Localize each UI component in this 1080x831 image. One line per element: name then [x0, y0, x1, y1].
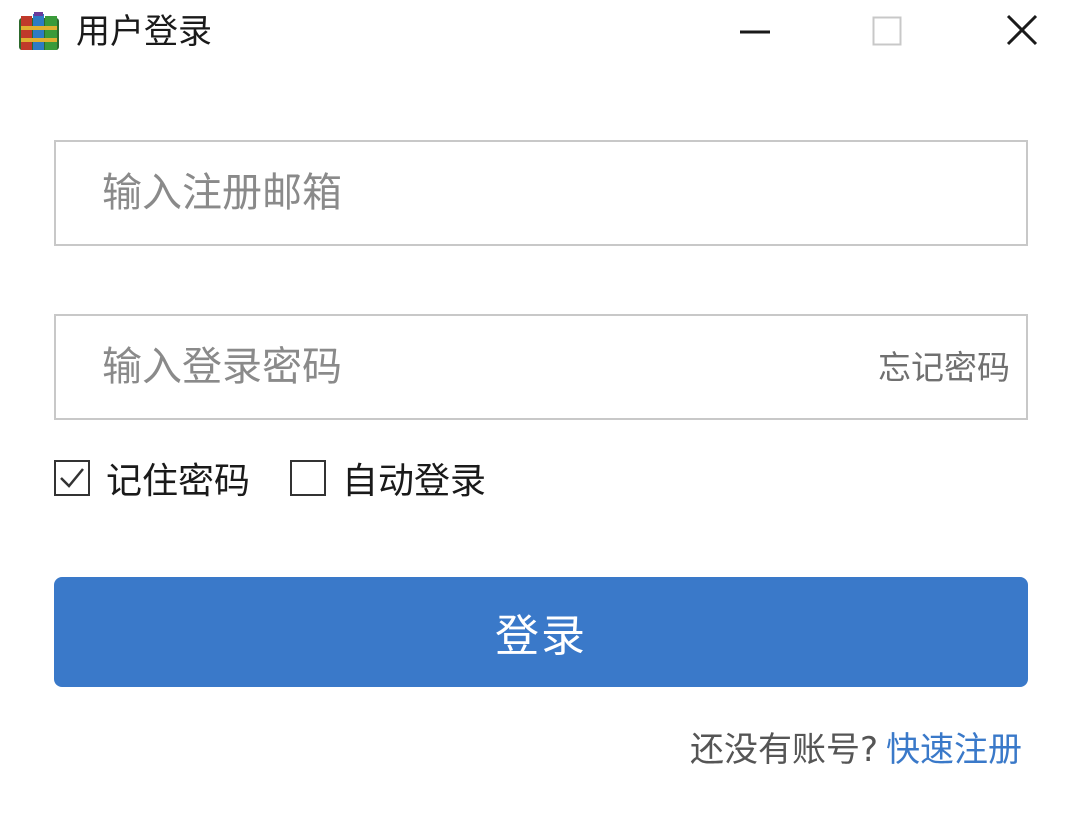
auto-login-checkbox[interactable]	[290, 460, 326, 496]
winrar-books-icon	[18, 12, 60, 52]
remember-password-label: 记住密码	[106, 461, 251, 502]
password-field[interactable]: 忘记密码	[54, 314, 1028, 420]
no-account-text: 还没有账号?	[689, 730, 878, 770]
email-input[interactable]	[102, 142, 862, 244]
close-button[interactable]	[984, 0, 1064, 64]
password-input[interactable]	[102, 316, 862, 418]
maximize-icon	[848, 16, 928, 68]
auto-login-label: 自动登录	[342, 461, 487, 502]
login-window: 用户登录 输入注册邮箱 忘记密码 记住密码 自动登录 登录 还没有账号? 快速注…	[0, 0, 1080, 831]
quick-register-link[interactable]: 快速注册	[886, 730, 1022, 770]
title-bar: 用户登录	[0, 0, 1080, 64]
login-button[interactable]: 登录	[54, 577, 1028, 687]
close-icon	[984, 14, 1064, 68]
maximize-button[interactable]	[848, 0, 928, 64]
window-title: 用户登录	[76, 12, 212, 52]
checkmark-icon	[60, 468, 84, 488]
auto-login-option[interactable]: 自动登录	[290, 452, 486, 504]
register-prompt: 还没有账号? 快速注册	[690, 726, 1022, 774]
login-button-label: 登录	[495, 611, 587, 662]
minimize-icon	[714, 30, 794, 68]
forgot-password-link[interactable]: 忘记密码	[878, 316, 1010, 420]
remember-password-checkbox[interactable]	[54, 460, 90, 496]
email-field[interactable]	[54, 140, 1028, 246]
remember-password-option[interactable]: 记住密码	[54, 452, 250, 504]
minimize-button[interactable]	[714, 0, 794, 64]
